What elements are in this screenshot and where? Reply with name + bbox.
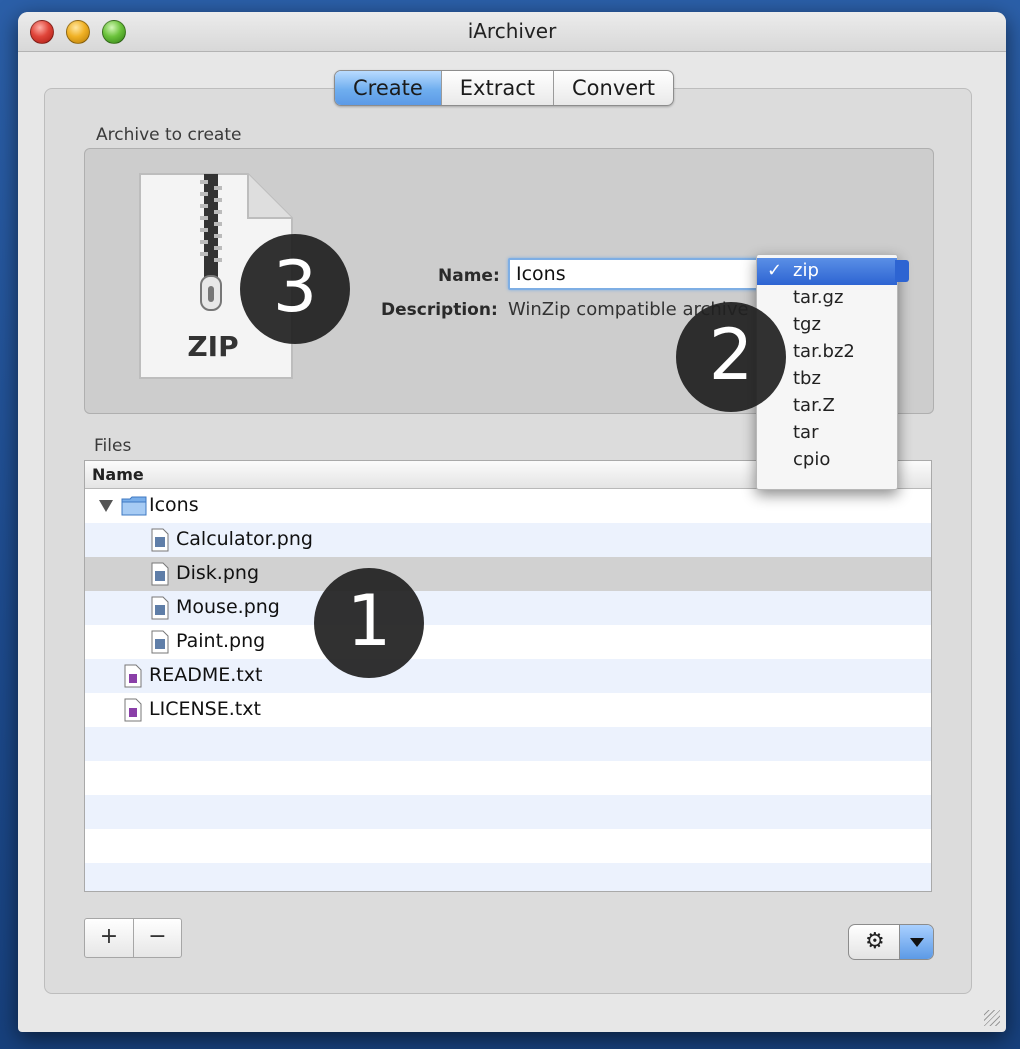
window-title: iArchiver	[467, 19, 557, 43]
image-file-icon	[151, 528, 169, 552]
image-file-icon	[151, 630, 169, 654]
text-file-icon	[124, 698, 142, 722]
file-name: Icons	[149, 494, 199, 516]
archive-section-label: Archive to create	[96, 125, 242, 145]
format-option-tar-z[interactable]: tar.Z	[757, 393, 897, 420]
format-option-tar-gz[interactable]: tar.gz	[757, 285, 897, 312]
files-section-label: Files	[94, 436, 132, 456]
add-remove-buttons: + −	[84, 918, 182, 958]
format-option-cpio[interactable]: cpio	[757, 447, 897, 474]
action-menu-caret[interactable]	[899, 925, 933, 959]
gear-icon: ⚙	[865, 929, 885, 954]
callout-badge-2: 2	[676, 302, 786, 412]
description-label: Description:	[381, 300, 498, 320]
folder-icon	[121, 496, 147, 516]
check-icon: ✓	[767, 260, 783, 281]
table-row[interactable]: Calculator.png	[85, 523, 931, 557]
image-file-icon	[151, 596, 169, 620]
chevron-down-icon	[910, 938, 924, 947]
file-name: LICENSE.txt	[149, 698, 261, 720]
format-option-tar[interactable]: tar	[757, 420, 897, 447]
format-option-label: zip	[793, 260, 819, 281]
mode-tabs: Create Extract Convert	[334, 70, 675, 106]
empty-row	[85, 795, 931, 829]
action-menu-button[interactable]: ⚙	[848, 924, 934, 960]
remove-file-button[interactable]: −	[133, 919, 181, 957]
callout-badge-3: 3	[240, 234, 350, 344]
file-name: README.txt	[149, 664, 263, 686]
disclosure-triangle-icon[interactable]	[99, 500, 113, 512]
empty-row	[85, 863, 931, 891]
file-name: Disk.png	[176, 562, 260, 584]
files-table: Name Icons Calculator.png Disk.png Mouse…	[84, 460, 932, 892]
text-file-icon	[124, 664, 142, 688]
add-file-button[interactable]: +	[85, 919, 133, 957]
table-row[interactable]: Mouse.png	[85, 591, 931, 625]
table-row[interactable]: Paint.png	[85, 625, 931, 659]
file-name: Paint.png	[176, 630, 266, 652]
tab-convert[interactable]: Convert	[553, 71, 673, 105]
archive-name-input[interactable]: Icons	[508, 258, 760, 290]
format-option-zip[interactable]: ✓ zip	[757, 258, 909, 285]
popup-arrow-icon[interactable]	[895, 260, 909, 282]
table-row[interactable]: Disk.png	[85, 557, 931, 591]
table-row[interactable]: LICENSE.txt	[85, 693, 931, 727]
tab-extract[interactable]: Extract	[440, 71, 553, 105]
title-bar[interactable]: iArchiver	[18, 12, 1006, 52]
tab-create[interactable]: Create	[335, 71, 441, 105]
table-row[interactable]: README.txt	[85, 659, 931, 693]
table-row[interactable]: Icons	[85, 489, 931, 523]
empty-row	[85, 727, 931, 761]
file-name: Calculator.png	[176, 528, 313, 550]
app-window: iArchiver Create Extract Convert Archive…	[18, 12, 1006, 1032]
name-label: Name:	[438, 266, 500, 286]
callout-badge-1: 1	[314, 568, 424, 678]
empty-row	[85, 829, 931, 863]
image-file-icon	[151, 562, 169, 586]
resize-grip-icon[interactable]	[984, 1010, 1000, 1026]
file-name: Mouse.png	[176, 596, 280, 618]
empty-row	[85, 761, 931, 795]
